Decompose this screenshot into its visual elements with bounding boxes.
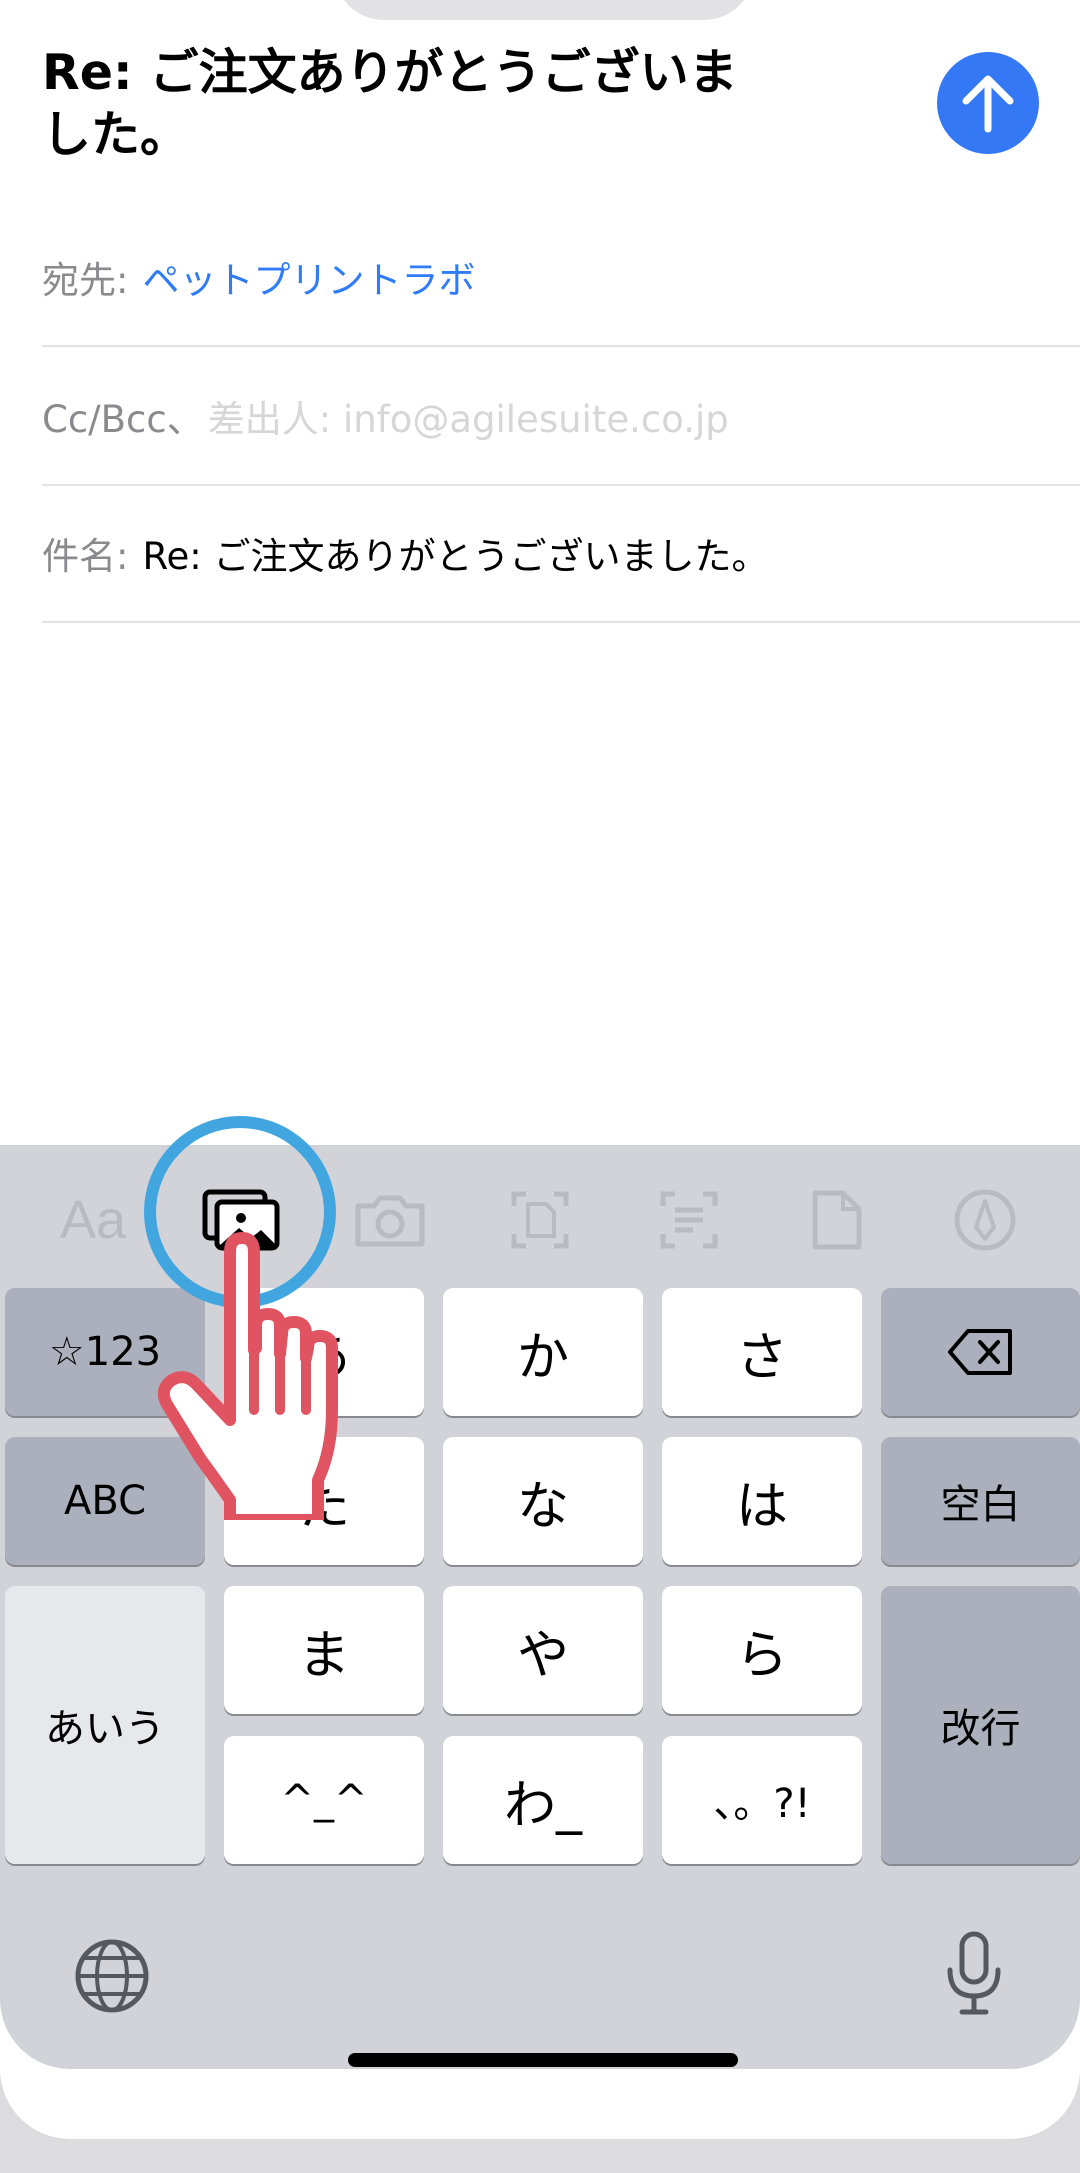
- subject-field[interactable]: 件名: Re: ご注文ありがとうございました。: [42, 484, 1080, 622]
- kana-ra-key[interactable]: ら: [662, 1586, 862, 1714]
- divider: [42, 621, 1080, 623]
- punctuation-key[interactable]: 、。?!: [662, 1736, 862, 1864]
- from-placeholder: 差出人: info@agilesuite.co.jp: [207, 398, 729, 441]
- kana-ya-key[interactable]: や: [443, 1586, 643, 1714]
- delete-key[interactable]: [881, 1288, 1080, 1416]
- space-key[interactable]: 空白: [881, 1437, 1080, 1565]
- kana-na-key[interactable]: な: [443, 1437, 643, 1565]
- home-indicator[interactable]: [348, 2053, 738, 2067]
- kana-ma-key[interactable]: ま: [224, 1586, 424, 1714]
- markup-button[interactable]: [940, 1180, 1030, 1260]
- subject-label: 件名:: [42, 535, 129, 578]
- attach-file-button[interactable]: [792, 1180, 882, 1260]
- scan-text-button[interactable]: [644, 1180, 734, 1260]
- microphone-icon: [947, 1931, 1001, 2015]
- globe-button[interactable]: [72, 1936, 152, 2020]
- ccbcc-label: Cc/Bcc、: [42, 398, 204, 441]
- format-label: Aa: [59, 1190, 127, 1250]
- to-field[interactable]: 宛先: ペットプリントラボ: [42, 208, 1080, 346]
- globe-icon: [75, 1939, 149, 2013]
- subject-value[interactable]: Re: ご注文ありがとうございました。: [142, 526, 768, 580]
- to-recipient[interactable]: ペットプリントラボ: [142, 250, 475, 304]
- kana-ka-key[interactable]: か: [443, 1288, 643, 1416]
- markup-icon: [954, 1189, 1016, 1251]
- dictation-button[interactable]: [944, 1930, 1004, 2020]
- message-title: Re: ご注文ありがとうございました。: [42, 44, 738, 163]
- scan-document-button[interactable]: [495, 1180, 585, 1260]
- emoticon-key[interactable]: ^_^: [224, 1736, 424, 1864]
- return-key[interactable]: 改行: [881, 1586, 1080, 1864]
- kana-sa-key[interactable]: さ: [662, 1288, 862, 1416]
- arrow-up-icon: [962, 75, 1014, 133]
- pointing-hand-icon: [157, 1232, 338, 1520]
- scan-text-icon: [660, 1191, 718, 1249]
- ccbcc-field[interactable]: Cc/Bcc、 差出人: info@agilesuite.co.jp: [42, 347, 1080, 485]
- attach-file-icon: [812, 1190, 862, 1250]
- format-button[interactable]: Aa: [48, 1180, 138, 1260]
- to-label: 宛先:: [42, 259, 129, 302]
- device-notch: [334, 0, 754, 20]
- send-button[interactable]: [937, 52, 1039, 154]
- kana-ha-key[interactable]: は: [662, 1437, 862, 1565]
- aiu-key[interactable]: あいう: [5, 1586, 205, 1864]
- scan-document-icon: [511, 1191, 569, 1249]
- kana-wa-key[interactable]: わ_: [443, 1736, 643, 1864]
- device-frame-inner: [0, 2069, 1080, 2139]
- delete-icon: [947, 1329, 1012, 1375]
